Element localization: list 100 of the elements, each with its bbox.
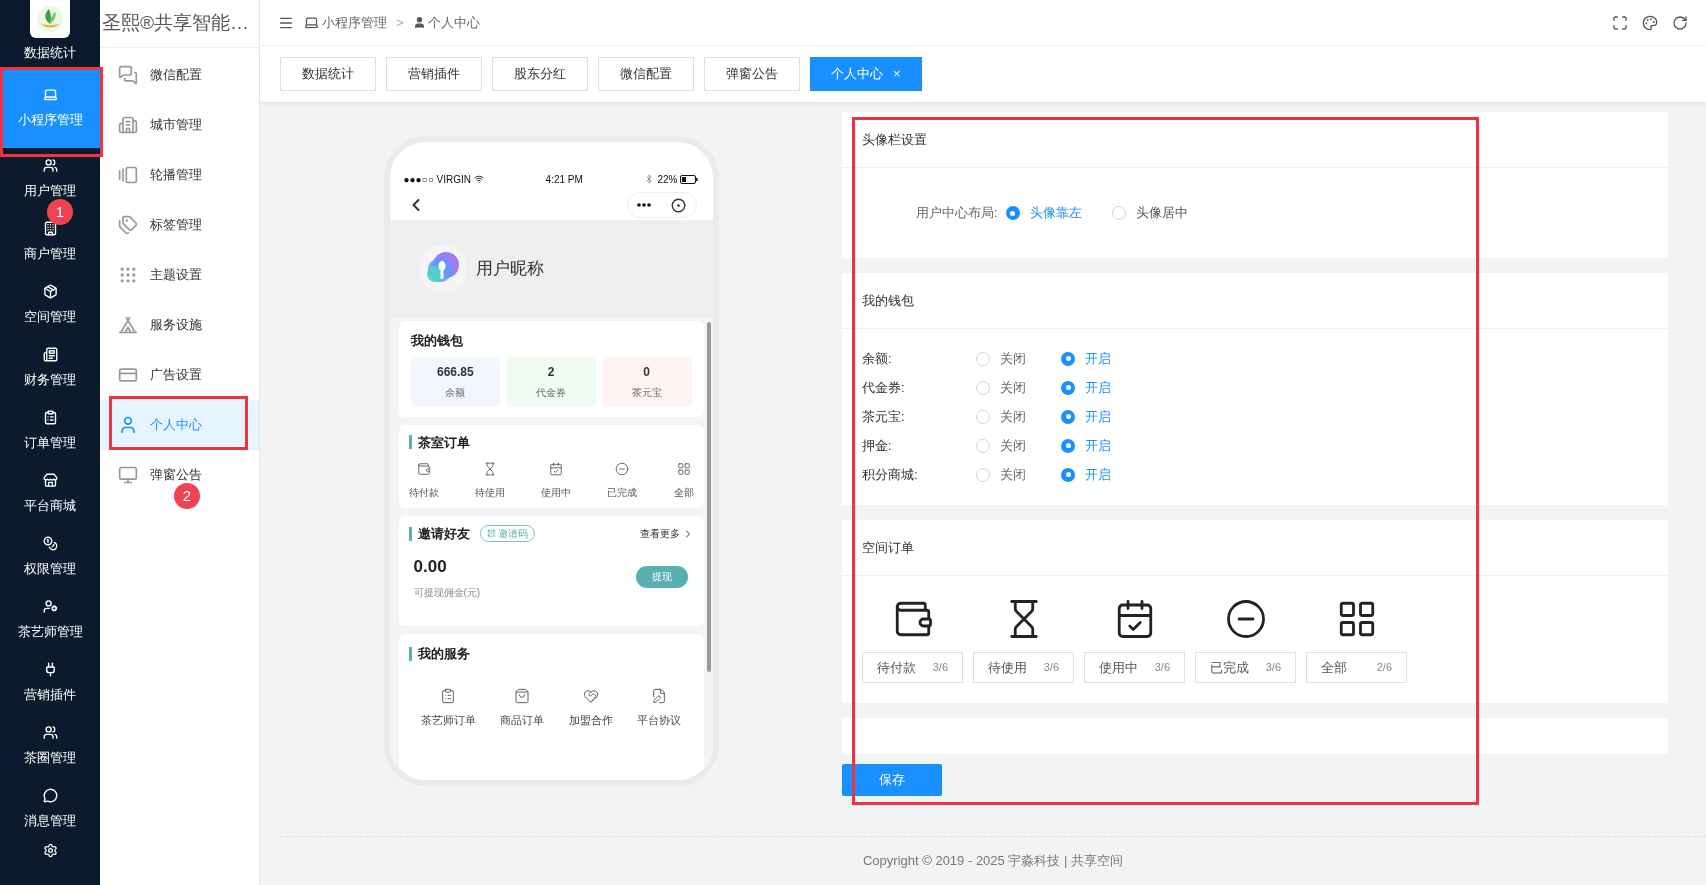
service-shortcut[interactable]: 平台协议 bbox=[637, 687, 682, 728]
field-value: 待使用 bbox=[988, 658, 1027, 677]
field-value: 使用中 bbox=[1099, 658, 1138, 677]
label-field[interactable]: 待付款 3/6 bbox=[862, 652, 963, 683]
order-shortcut[interactable]: 待付款 bbox=[408, 462, 439, 500]
settings-icon[interactable] bbox=[42, 843, 58, 858]
radio-button[interactable] bbox=[1061, 351, 1075, 366]
nav-item[interactable]: 权限管理 bbox=[0, 526, 100, 589]
box-icon bbox=[42, 284, 58, 300]
card-title: 邀请好友 bbox=[417, 525, 470, 543]
laptop-icon bbox=[42, 86, 58, 102]
qr-icon bbox=[486, 529, 496, 539]
refresh-icon[interactable] bbox=[1672, 14, 1688, 31]
users-icon bbox=[42, 158, 58, 174]
radio-button[interactable] bbox=[1061, 380, 1075, 395]
tab[interactable]: 微信配置 bbox=[598, 57, 694, 91]
radio-button[interactable] bbox=[976, 351, 990, 366]
coins-icon bbox=[42, 536, 58, 552]
scrollbar[interactable] bbox=[706, 322, 711, 672]
radio-label[interactable]: 头像居中 bbox=[1135, 203, 1188, 223]
nav-item[interactable]: 茶圈管理 bbox=[0, 715, 100, 778]
tab[interactable]: 数据统计 bbox=[280, 57, 376, 91]
sidebar-item[interactable]: 城市管理 bbox=[100, 100, 259, 150]
wallet-label: 余额 bbox=[445, 386, 466, 400]
order-shortcut[interactable]: 使用中 bbox=[541, 462, 571, 500]
minus-circle-icon bbox=[1224, 598, 1267, 640]
nav-item[interactable]: 数据统计 bbox=[0, 38, 100, 68]
clock-text: 4:21 PM bbox=[545, 172, 583, 187]
label-field[interactable]: 全部 2/6 bbox=[1306, 652, 1407, 683]
radio-button[interactable] bbox=[1061, 438, 1075, 453]
sidebar-item[interactable]: 轮播管理 bbox=[100, 150, 259, 200]
radio-label[interactable]: 关闭 bbox=[1000, 348, 1026, 369]
field-value: 已完成 bbox=[1210, 658, 1249, 677]
bag-icon bbox=[514, 687, 531, 704]
sidebar-item[interactable]: 主题设置 bbox=[100, 250, 259, 300]
field-label: 代金券: bbox=[862, 378, 906, 397]
label-field[interactable]: 使用中 3/6 bbox=[1084, 652, 1185, 683]
nav-item[interactable]: 平台商城 bbox=[0, 463, 100, 526]
hourglass-icon bbox=[482, 462, 497, 476]
nav-item[interactable]: 订单管理 bbox=[0, 400, 100, 463]
sidebar-item[interactable]: 广告设置 bbox=[100, 350, 259, 400]
order-shortcut[interactable]: 已完成 bbox=[607, 462, 638, 500]
tab[interactable]: 股东分红 bbox=[492, 57, 588, 91]
tab[interactable]: 弹窗公告 bbox=[704, 57, 800, 91]
clipboard-icon bbox=[440, 687, 457, 704]
user-gear-icon bbox=[42, 599, 58, 615]
sidebar-item[interactable]: 微信配置 bbox=[100, 50, 259, 100]
radio-label[interactable]: 关闭 bbox=[1000, 406, 1026, 427]
sidebar-item[interactable]: 标签管理 bbox=[100, 200, 259, 250]
wallet-tile[interactable]: 0 茶元宝 bbox=[601, 356, 692, 407]
wallet-label: 茶元宝 bbox=[631, 386, 662, 400]
char-count: 3/6 bbox=[1265, 660, 1281, 676]
wallet-tile[interactable]: 2 代金券 bbox=[506, 356, 596, 407]
palette-icon[interactable] bbox=[1642, 14, 1658, 31]
tent-icon bbox=[118, 315, 138, 335]
commission-amount: 0.00 bbox=[413, 555, 448, 578]
breadcrumb-link[interactable]: 小程序管理 bbox=[322, 12, 387, 33]
radio-button[interactable] bbox=[976, 438, 990, 453]
radio-button[interactable] bbox=[1061, 467, 1075, 482]
radio-button[interactable] bbox=[1061, 409, 1075, 424]
nav-item[interactable]: 茶艺师管理 bbox=[0, 589, 100, 652]
wallet-value: 666.85 bbox=[437, 364, 474, 381]
nav-item[interactable]: 消息管理 bbox=[0, 778, 100, 841]
radio-label[interactable]: 关闭 bbox=[1000, 377, 1026, 398]
radio-button[interactable] bbox=[976, 467, 990, 482]
radio-button[interactable] bbox=[976, 380, 990, 395]
field-label: 余额: bbox=[862, 349, 893, 368]
radio-button[interactable] bbox=[1005, 206, 1020, 220]
order-shortcut[interactable]: 待使用 bbox=[474, 462, 505, 500]
label-field[interactable]: 待使用 3/6 bbox=[973, 652, 1074, 683]
title-accent bbox=[408, 646, 412, 661]
label-field[interactable]: 已完成 3/6 bbox=[1195, 652, 1296, 683]
tab[interactable]: 营销插件 bbox=[386, 57, 482, 91]
slides-icon bbox=[118, 165, 138, 185]
bluetooth-icon bbox=[644, 174, 655, 184]
radio-button[interactable] bbox=[1111, 206, 1126, 220]
wallet-tile[interactable]: 666.85 余额 bbox=[410, 356, 501, 407]
tag-icon bbox=[118, 215, 138, 235]
service-shortcut[interactable]: 商品订单 bbox=[500, 687, 545, 728]
more-link[interactable]: 查看更多 bbox=[639, 526, 694, 542]
order-shortcut[interactable]: 全部 bbox=[673, 462, 694, 500]
sidebar-item[interactable]: 服务设施 bbox=[100, 300, 259, 350]
nav-item[interactable]: 营销插件 bbox=[0, 652, 100, 715]
field-label: 茶元宝: bbox=[862, 407, 906, 426]
fullscreen-icon[interactable] bbox=[1612, 14, 1628, 31]
avatar-icon bbox=[417, 244, 468, 294]
field-label: 积分商城: bbox=[862, 465, 919, 484]
laptop-icon bbox=[304, 15, 319, 30]
nav-item[interactable]: 财务管理 bbox=[0, 337, 100, 400]
radio-label[interactable]: 关闭 bbox=[1000, 435, 1026, 456]
card-icon bbox=[42, 347, 58, 363]
title-accent bbox=[408, 435, 412, 450]
char-count: 2/6 bbox=[1376, 660, 1392, 676]
buildings-icon bbox=[118, 115, 138, 135]
service-shortcut[interactable]: 茶艺师订单 bbox=[420, 687, 476, 728]
radio-label[interactable]: 关闭 bbox=[1000, 464, 1026, 485]
nav-item[interactable]: 空间管理 bbox=[0, 274, 100, 337]
radio-button[interactable] bbox=[976, 409, 990, 424]
service-shortcut[interactable]: 加盟合作 bbox=[568, 687, 613, 728]
sidebar-title: 圣熙®共享智能… bbox=[100, 0, 259, 48]
